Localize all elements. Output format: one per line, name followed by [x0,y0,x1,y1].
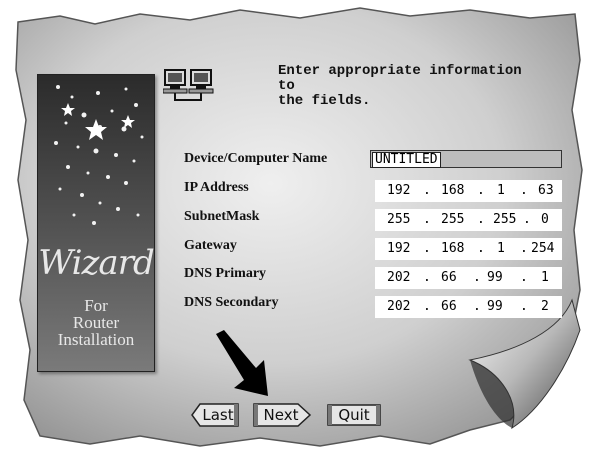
dns1-octet-3[interactable]: 99 [487,270,503,285]
dns1-dot-2: . [473,270,481,285]
subnet-dot-2: . [477,212,485,227]
dns-secondary-field[interactable]: 202 . 66 . 99 . 2 [375,296,562,318]
quit-button[interactable]: Quit [326,402,382,428]
instruction-line-2: the fields. [278,93,371,109]
dns1-dot-1: . [423,270,431,285]
ip-dot-1: . [423,183,431,198]
gateway-field[interactable]: 192 . 168 . 1 . 254 [375,238,562,260]
quit-button-label: Quit [338,406,370,424]
gateway-octet-4[interactable]: 254 [531,241,554,256]
gateway-label: Gateway [184,238,237,253]
device-name-value: UNTITLED [372,152,441,168]
wizard-banner: Wizard For Router Installation [37,74,155,372]
device-name-label: Device/Computer Name [184,151,328,166]
subnet-octet-4[interactable]: 0 [541,212,549,227]
network-computers-icon [163,69,214,101]
subnet-dot-3: . [523,212,531,227]
subnet-mask-label: SubnetMask [184,209,260,224]
dns-primary-label: DNS Primary [184,266,267,281]
subnet-octet-2[interactable]: 255 [441,212,464,227]
dns-primary-field[interactable]: 202 . 66 . 99 . 1 [375,267,562,289]
dns2-dot-2: . [473,299,481,314]
instruction-line-1: Enter appropriate information to [278,63,522,94]
wizard-subtitle-for: For [84,296,108,315]
dns-secondary-label: DNS Secondary [184,295,279,310]
wizard-title: Wizard [38,243,154,283]
ip-address-field[interactable]: 192 . 168 . 1 . 63 [375,180,562,202]
ip-address-label: IP Address [184,180,249,195]
gateway-dot-2: . [477,241,485,256]
ip-octet-2[interactable]: 168 [441,183,464,198]
gateway-dot-3: . [520,241,528,256]
dns2-octet-3[interactable]: 99 [487,299,503,314]
next-button-label: Next [263,406,299,424]
dns1-dot-3: . [520,270,528,285]
dns1-octet-2[interactable]: 66 [441,270,457,285]
wizard-subtitle-installation: Installation [57,330,135,349]
ip-octet-3[interactable]: 1 [497,183,505,198]
last-button-label: Last [202,406,234,424]
dns2-dot-3: . [520,299,528,314]
last-button[interactable]: Last [190,402,246,428]
dns2-octet-2[interactable]: 66 [441,299,457,314]
subnet-octet-3[interactable]: 255 [493,212,516,227]
dns1-octet-1[interactable]: 202 [387,270,410,285]
device-name-field[interactable]: UNTITLED [370,150,562,168]
gateway-octet-3[interactable]: 1 [497,241,505,256]
pointer-arrow-icon [216,330,268,396]
subnet-dot-1: . [423,212,431,227]
next-button[interactable]: Next [250,402,312,428]
dns2-dot-1: . [423,299,431,314]
dns1-octet-4[interactable]: 1 [541,270,549,285]
ip-octet-4[interactable]: 63 [538,183,554,198]
wizard-subtitle-router: Router [72,313,120,332]
ip-dot-3: . [520,183,528,198]
subnet-mask-field[interactable]: 255 . 255 . 255 . 0 [375,209,562,231]
subnet-octet-1[interactable]: 255 [387,212,410,227]
dns2-octet-1[interactable]: 202 [387,299,410,314]
instruction-text: Enter appropriate information to the fie… [278,64,538,109]
gateway-octet-2[interactable]: 168 [441,241,464,256]
dns2-octet-4[interactable]: 2 [541,299,549,314]
gateway-dot-1: . [423,241,431,256]
gateway-octet-1[interactable]: 192 [387,241,410,256]
ip-octet-1[interactable]: 192 [387,183,410,198]
ip-dot-2: . [477,183,485,198]
